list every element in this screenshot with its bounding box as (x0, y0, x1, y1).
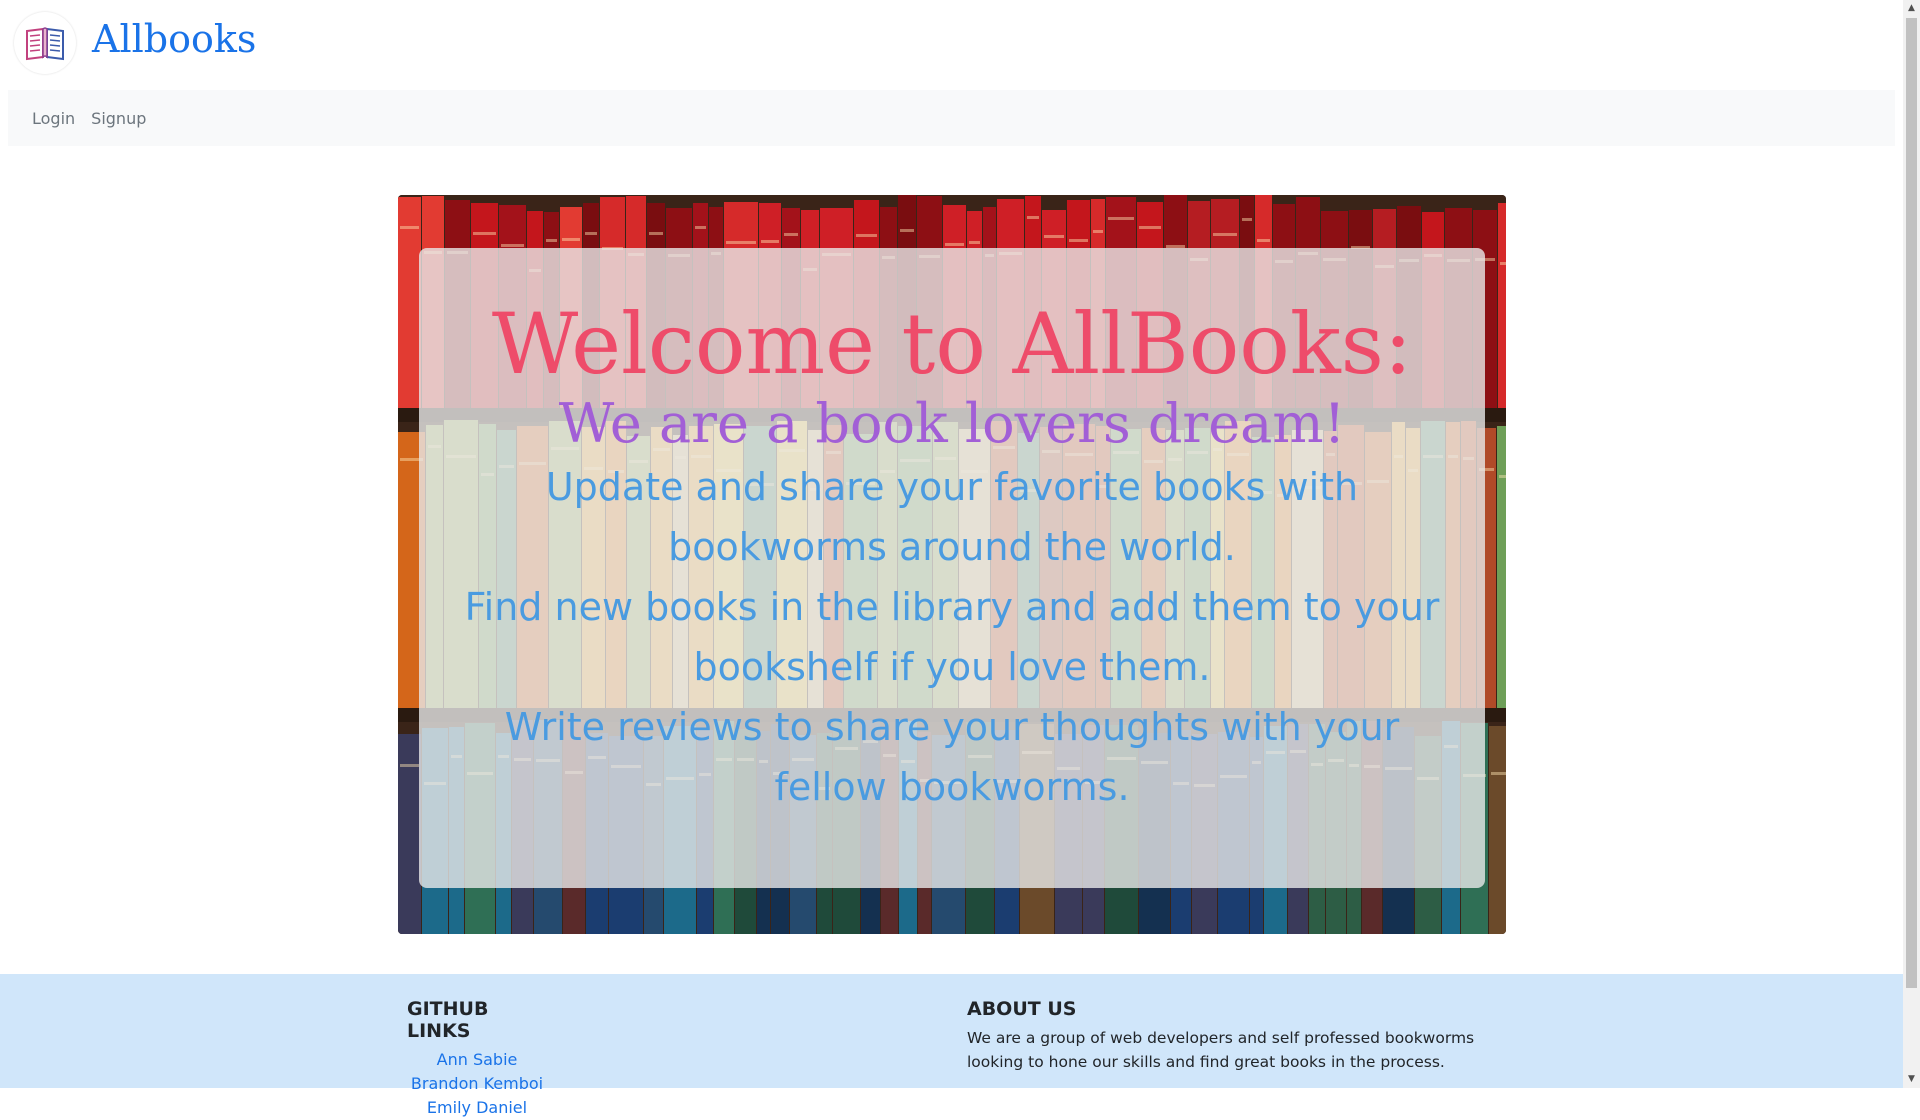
scrollbar-thumb[interactable] (1906, 18, 1917, 988)
book-spine-band (649, 232, 663, 235)
book-spine-band (1044, 235, 1064, 238)
book-spine-band (1491, 772, 1506, 775)
book-spine-band (473, 232, 496, 235)
about-us-text: We are a group of web developers and sel… (967, 1029, 1475, 1071)
github-link-ann[interactable]: Ann Sabie (407, 1048, 547, 1072)
book-spine-band (1093, 230, 1103, 233)
brand[interactable]: Allbooks (14, 12, 256, 74)
book-spine-band (1257, 239, 1270, 242)
book-spine-band (1213, 233, 1237, 236)
hero-line-update: Update and share your favorite books wit… (545, 465, 1359, 570)
hero-title: Welcome to AllBooks: (491, 295, 1413, 393)
navbar: Login Signup (8, 90, 1895, 146)
scroll-up-arrow-icon[interactable]: ▲ (1903, 0, 1920, 17)
book-spine-band (695, 226, 706, 229)
login-link[interactable]: Login (32, 109, 75, 128)
book-spine-band (1139, 226, 1161, 229)
hero-line-reviews: Write reviews to share your thoughts wit… (504, 705, 1400, 810)
book-spine-band (969, 241, 980, 244)
book-spine-band (546, 239, 557, 242)
book-spine-band (562, 238, 580, 241)
book-spine-band (1108, 217, 1134, 220)
welcome-card: Welcome to AllBooks: We are a book lover… (419, 248, 1485, 888)
book-spine-band (501, 244, 524, 247)
open-book-icon (14, 12, 76, 74)
book-spine-band (1242, 218, 1252, 221)
about-us-section: ABOUT US We are a group of web developer… (967, 998, 1487, 1074)
hero-subtitle: We are a book lovers dream! (558, 392, 1346, 456)
book-spine-band (400, 764, 419, 767)
book-spine-band (856, 234, 877, 237)
book-spine-band (900, 229, 914, 232)
hero-banner: Welcome to AllBooks: We are a book lover… (398, 195, 1506, 934)
book-spine-band (1027, 216, 1039, 219)
book-spine-band (1069, 239, 1088, 242)
book-spine-band (761, 240, 779, 243)
footer: GITHUB LINKS Ann Sabie Brandon Kemboi Em… (0, 974, 1903, 1117)
book-spine-band (585, 232, 597, 235)
github-link-emily[interactable]: Emily Daniel (407, 1096, 547, 1120)
scroll-down-arrow-icon[interactable]: ▼ (1903, 1071, 1920, 1088)
page-scrollbar[interactable]: ▲ ▼ (1903, 0, 1920, 1088)
github-link-brandon[interactable]: Brandon Kemboi (407, 1072, 547, 1096)
signup-link[interactable]: Signup (91, 109, 146, 128)
book-spine-band (1499, 475, 1506, 478)
book-spine-band (726, 241, 756, 244)
book-spine (1498, 203, 1506, 410)
about-us-heading: ABOUT US (967, 998, 1077, 1020)
book-spine-band (400, 226, 419, 229)
book-spine (1497, 426, 1506, 710)
github-links-heading: GITHUB LINKS (407, 998, 489, 1042)
github-links-section: GITHUB LINKS Ann Sabie Brandon Kemboi Em… (407, 998, 547, 1120)
hero-line-find: Find new books in the library and add th… (464, 585, 1440, 690)
book-spine-band (945, 243, 964, 246)
book-spine-band (1500, 262, 1506, 265)
book-spine-band (784, 233, 798, 236)
brand-name[interactable]: Allbooks (92, 20, 256, 58)
book-spine (1489, 726, 1506, 934)
